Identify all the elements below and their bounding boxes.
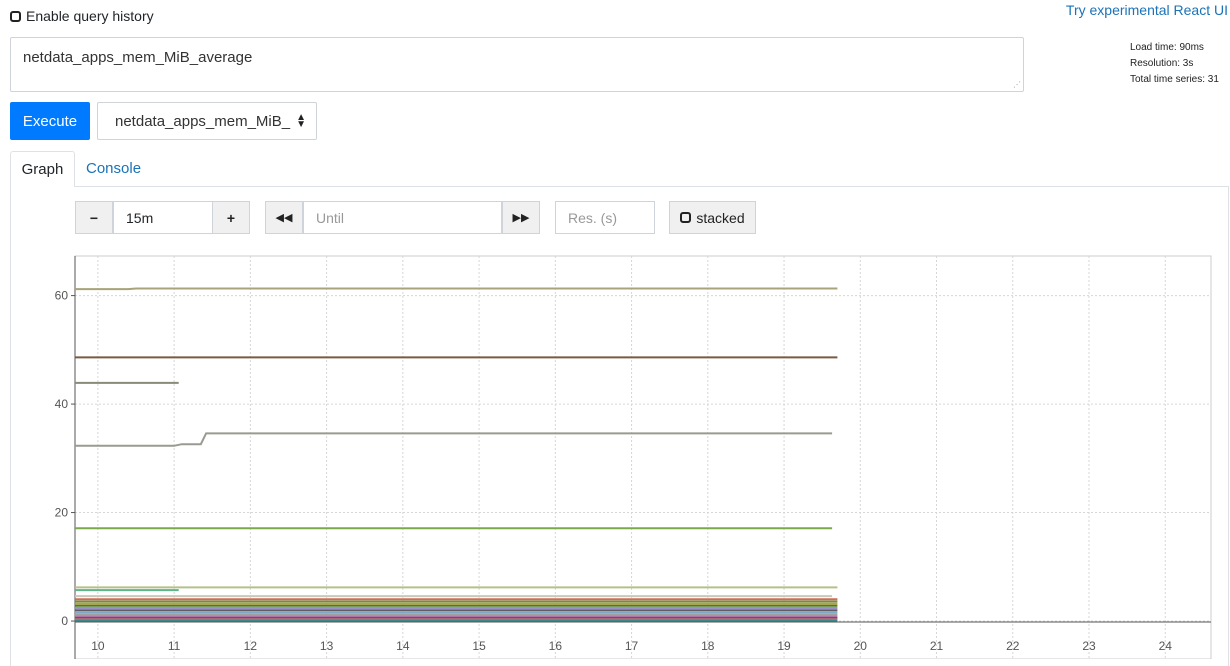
series-line-1 bbox=[75, 287, 838, 291]
y-tick-label: 0 bbox=[61, 614, 68, 628]
y-tick-label: 20 bbox=[55, 506, 69, 520]
x-tick-label: 15 bbox=[472, 639, 486, 653]
y-tick-label: 60 bbox=[55, 289, 69, 303]
tab-graph[interactable]: Graph bbox=[10, 151, 75, 187]
x-tick-label: 24 bbox=[1159, 639, 1173, 653]
x-tick-label: 14 bbox=[396, 639, 410, 653]
x-tick-label: 11 bbox=[168, 639, 181, 653]
x-tick-label: 23 bbox=[1082, 639, 1096, 653]
x-tick-label: 13 bbox=[320, 639, 334, 653]
x-tick-label: 10 bbox=[91, 639, 105, 653]
x-tick-label: 17 bbox=[625, 639, 639, 653]
x-tick-label: 18 bbox=[701, 639, 715, 653]
x-tick-label: 19 bbox=[777, 639, 791, 653]
x-tick-label: 21 bbox=[930, 639, 944, 653]
x-tick-label: 20 bbox=[854, 639, 868, 653]
x-tick-label: 12 bbox=[244, 639, 258, 653]
x-tick-label: 22 bbox=[1006, 639, 1020, 653]
graph-chart: 10 11 12 13 14 15 16 17 18 19 20 21 22 23 24 0 20 40 60 bbox=[55, 255, 1212, 659]
y-tick-label: 40 bbox=[55, 397, 69, 411]
x-tick-label: 16 bbox=[549, 639, 563, 653]
